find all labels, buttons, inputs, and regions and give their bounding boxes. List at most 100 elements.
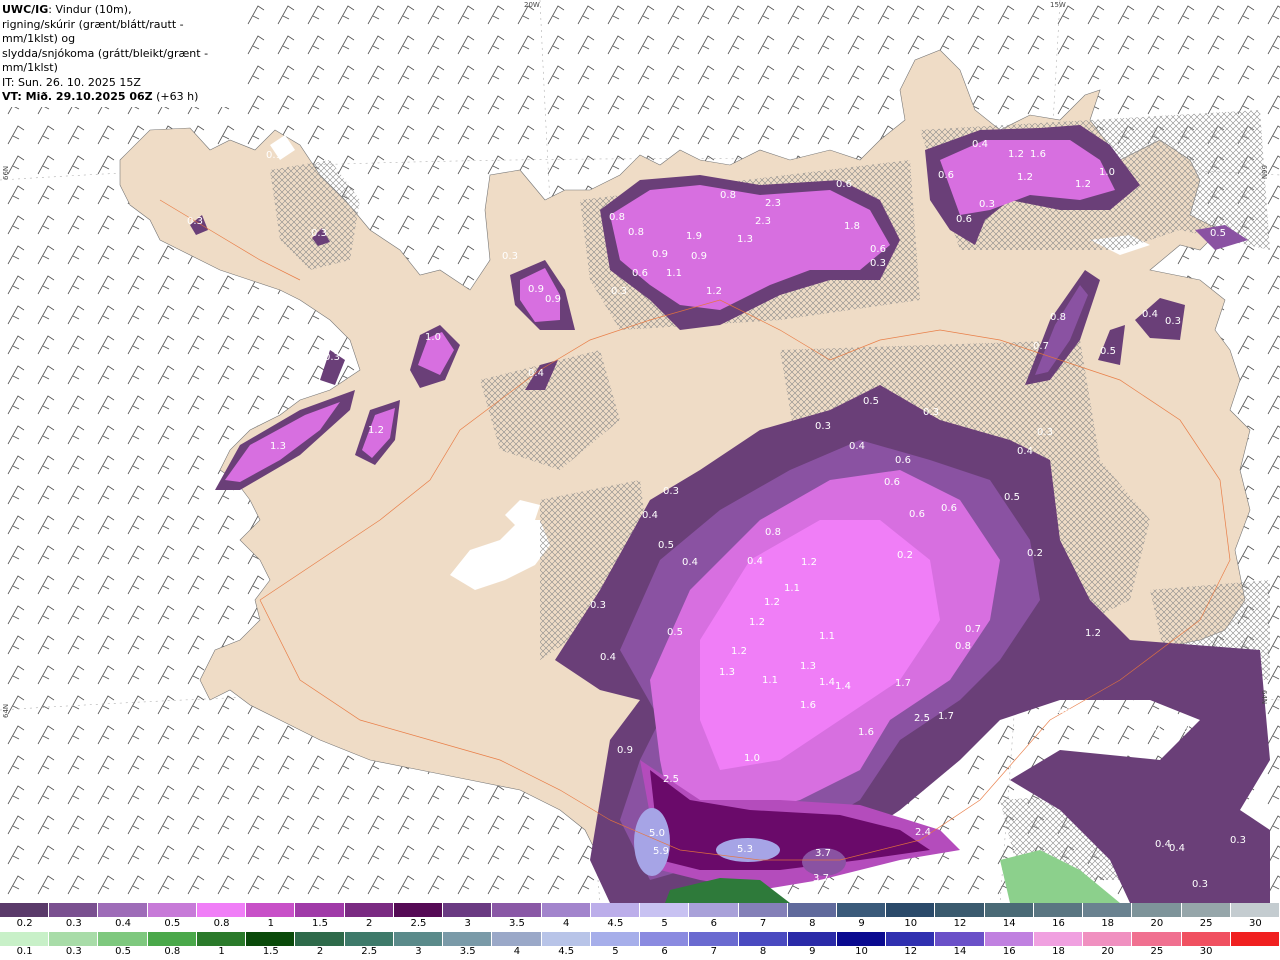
legend-label: 14 <box>953 946 967 957</box>
precip-value-label: 0.6 <box>909 509 925 520</box>
precip-value-label: 1.2 <box>368 425 384 436</box>
legend-label: 7 <box>710 946 718 957</box>
legend-rain-labels: 0.1 0.3 0.5 0.8 1 1.5 2 2.5 3 3.5 4 4.5 5 6 7 8 9 10 12 14 1… <box>0 946 1280 960</box>
precip-value-label: 0.3 <box>1174 724 1190 735</box>
legend-label: 2 <box>316 946 324 957</box>
legend-label: 12 <box>904 946 918 957</box>
legend-snow-labels: 0.2 0.3 0.4 0.5 0.8 1 1.5 2 2.5 3 3.5 4 4.5 5 6 7 8 9 10 12… <box>0 918 1280 932</box>
precip-value-label: 0.8 <box>628 227 644 238</box>
precip-value-label: 0.3 <box>502 251 518 262</box>
legend-label: 5 <box>661 918 668 929</box>
lead-time: (+63 h) <box>152 90 199 103</box>
precip-value-label: 0.5 <box>863 396 879 407</box>
precip-value-label: 0.3 <box>815 421 831 432</box>
precip-value-label: 0.3 <box>1037 427 1053 438</box>
legend-label: 4 <box>513 946 521 957</box>
lat-label-66n-left: 66N <box>2 165 10 180</box>
lon-label-15w: 15W <box>1050 1 1066 9</box>
legend-label: 6 <box>661 946 668 957</box>
precip-value-label: 0.5 <box>658 540 674 551</box>
legend-swatch <box>935 932 985 946</box>
legend-swatch <box>147 932 197 946</box>
precip-value-label: 1.6 <box>1030 149 1046 160</box>
precip-value-label: 0.4 <box>1142 309 1158 320</box>
legend-swatch <box>49 903 99 917</box>
precip-value-label: 2.4 <box>915 827 931 838</box>
lat-label-64n-right: 64N <box>1260 690 1268 705</box>
legend-swatch <box>541 932 591 946</box>
legend-swatch <box>984 903 1034 917</box>
legend-swatch <box>541 903 591 917</box>
precip-value-label: 2.3 <box>765 198 781 209</box>
legend-label: 3 <box>415 946 422 957</box>
legend-swatch <box>1181 903 1231 917</box>
legend-label: 16 <box>1052 918 1065 929</box>
legend-label: 8 <box>809 918 816 929</box>
precip-value-label: 1.2 <box>731 646 747 657</box>
precip-value-label: 0.9 <box>617 745 633 756</box>
precip-value-label: 1.7 <box>895 678 911 689</box>
precip-value-label: 5.9 <box>653 846 669 857</box>
valid-time: VT: Mið. 29.10.2025 06Z <box>2 90 153 103</box>
precip-value-label: 0.4 <box>1169 843 1185 854</box>
precip-value-label: 1.7 <box>938 711 954 722</box>
legend-swatch <box>1230 903 1280 917</box>
forecast-map[interactable]: 0.4 1.2 1.6 1.2 1.2 1.0 0.6 0.3 0.6 0.5 0.6 1.8 2.3 2… <box>0 0 1280 903</box>
legend-swatch <box>295 903 345 917</box>
legend-swatch <box>1181 932 1231 946</box>
precip-value-label: 0.3 <box>979 199 995 210</box>
precip-value-label: 0.3 <box>663 486 679 497</box>
legend-swatch <box>0 932 50 946</box>
legend-swatch <box>689 903 739 917</box>
legend-swatch <box>935 903 985 917</box>
legend-label: 12 <box>953 918 967 929</box>
precip-value-label: 0.8 <box>720 190 736 201</box>
model-name: UWC/IG <box>2 3 49 16</box>
precip-value-label: 1.2 <box>1017 172 1033 183</box>
legend-swatch <box>443 903 493 917</box>
legend-swatch <box>246 903 296 917</box>
legend-swatch <box>196 932 247 946</box>
legend-swatch <box>1132 932 1182 946</box>
legend-swatch <box>689 932 739 946</box>
precip-value-label: 1.3 <box>800 661 816 672</box>
legend-label: 30 <box>1199 946 1213 957</box>
legend-label: 0.3 <box>65 918 82 929</box>
legend-label: 20 <box>1101 946 1115 957</box>
init-time: IT: Sun. 26. 10. 2025 15Z <box>2 75 141 89</box>
legend-snow-colorbar <box>0 903 1280 917</box>
precip-value-label: 0.9 <box>691 251 707 262</box>
precip-value-label: 1.3 <box>719 667 735 678</box>
lon-label-20w: 20W <box>524 1 540 9</box>
legend-label: 2.5 <box>361 946 378 957</box>
precip-value-label: 1.2 <box>1075 179 1091 190</box>
precip-value-label: 1.1 <box>666 268 682 279</box>
precip-value-label: 0.3 <box>611 286 627 297</box>
precip-value-label: 0.5 <box>667 627 683 638</box>
precip-value-label: 1.2 <box>1085 628 1101 639</box>
legend-label: 5 <box>612 946 619 957</box>
precip-value-label: 5.0 <box>649 828 665 839</box>
legend-label: 6 <box>710 918 718 929</box>
precip-value-label: 1.1 <box>819 631 835 642</box>
precip-value-label: 0.6 <box>938 170 954 181</box>
precip-value-label: 0.8 <box>609 212 625 223</box>
legend-swatch <box>640 932 690 946</box>
precip-value-label: 0.6 <box>941 503 957 514</box>
legend-swatch <box>98 932 148 946</box>
legend-swatch <box>393 903 444 917</box>
legend-label: 2 <box>366 918 373 929</box>
precip-value-label: 0.1 <box>266 150 282 161</box>
precip-value-label: 0.3 <box>324 352 340 363</box>
legend-swatch <box>393 932 444 946</box>
precip-value-label: 1.3 <box>737 234 753 245</box>
precip-value-label: 1.6 <box>800 700 816 711</box>
precip-value-label: 0.4 <box>1017 446 1033 457</box>
precip-value-label: 3.7 <box>815 848 831 859</box>
info-line-model: UWC/IG: Vindur (10m), <box>2 3 238 18</box>
legend-label: 3 <box>464 918 471 929</box>
map-canvas: 0.4 1.2 1.6 1.2 1.2 1.0 0.6 0.3 0.6 0.5 0.6 1.8 2.3 2… <box>0 0 1280 903</box>
legend-swatch <box>295 932 345 946</box>
legend-swatch <box>492 903 542 917</box>
precip-value-label: 1.0 <box>744 753 760 764</box>
